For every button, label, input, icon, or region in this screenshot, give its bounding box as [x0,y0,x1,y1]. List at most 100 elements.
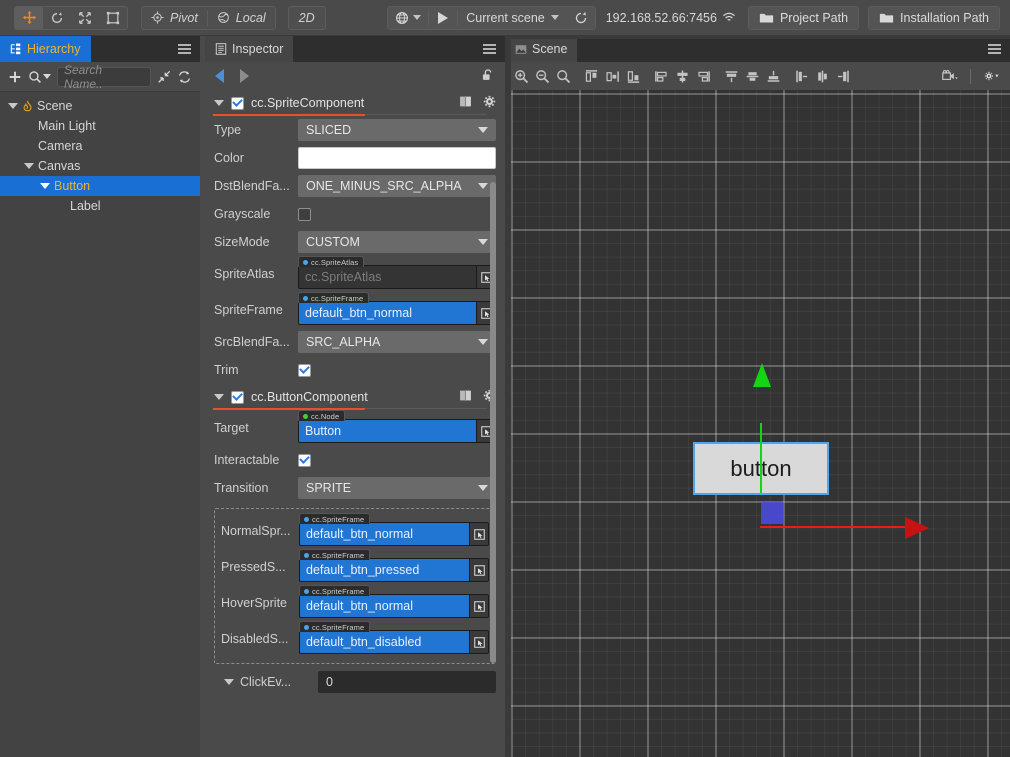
plus-icon[interactable] [8,70,22,84]
asset-value[interactable]: default_btn_disabled [299,630,470,654]
color-swatch[interactable] [298,147,496,169]
zoom-in-icon[interactable] [511,65,531,87]
zoom-fit-icon[interactable] [553,65,573,87]
dropdown-dstblendfa[interactable]: ONE_MINUS_SRC_ALPHA [298,175,496,197]
installation-path-button[interactable]: Installation Path [868,5,1000,30]
distribute-center-icon[interactable] [812,65,832,87]
pivot-toggle[interactable]: Pivot [142,7,207,29]
scene-viewport[interactable]: button [505,90,1010,757]
click-events-count-input[interactable]: 0 [318,671,496,693]
book-icon[interactable] [459,389,473,405]
gizmo-x-axis[interactable] [760,526,912,528]
asset-control[interactable]: cc.SpriteFrame default_btn_normal [299,513,489,546]
gizmo-center-handle[interactable] [761,502,783,524]
scene-settings-button[interactable] [978,65,1004,87]
asset-value[interactable]: default_btn_normal [299,522,470,546]
unlock-icon[interactable] [481,68,495,85]
hierarchy-node-camera[interactable]: Camera [0,136,200,156]
dimension-group[interactable]: 2D [287,5,326,30]
asset-value[interactable]: default_btn_normal [298,301,477,325]
triangle-down-icon[interactable] [214,100,224,106]
hamburger-icon[interactable] [178,44,191,54]
camera-button[interactable] [937,65,963,87]
scale-tool-button[interactable] [71,7,99,29]
asset-control[interactable]: cc.SpriteFrame default_btn_disabled [299,621,489,654]
rect-tool-button[interactable] [99,7,127,29]
coord-toggle[interactable]: Local [208,7,275,29]
book-icon[interactable] [459,95,473,111]
hamburger-icon[interactable] [988,44,1001,54]
gizmo-y-axis[interactable] [760,423,762,493]
zoom-out-icon[interactable] [532,65,552,87]
asset-value[interactable]: Button [298,419,477,443]
hierarchy-node-scene[interactable]: Scene [0,96,200,116]
component-header[interactable]: cc.ButtonComponent [205,384,505,410]
asset-control[interactable]: cc.Node Button [298,410,496,443]
align-top-icon[interactable] [581,65,601,87]
checkbox-interactable[interactable] [298,453,311,467]
distribute-right-icon[interactable] [833,65,853,87]
asset-control[interactable]: cc.SpriteFrame default_btn_normal [299,585,489,618]
asset-value[interactable]: cc.SpriteAtlas [298,265,477,289]
triangle-down-icon[interactable] [224,679,234,685]
distribute-top-icon[interactable] [721,65,741,87]
triangle-down-icon[interactable] [40,183,50,189]
collapse-icon[interactable] [157,70,171,84]
distribute-bottom-icon[interactable] [763,65,783,87]
asset-value[interactable]: default_btn_pressed [299,558,470,582]
component-enable-checkbox[interactable] [231,390,244,404]
asset-control[interactable]: cc.SpriteAtlas cc.SpriteAtlas [298,256,496,289]
project-path-button[interactable]: Project Path [747,5,860,30]
refresh-button[interactable] [567,7,595,29]
inspector-scrollbar[interactable] [490,182,496,663]
arrow-left-icon[interactable] [215,69,224,83]
asset-picker-icon[interactable] [470,522,489,546]
distribute-middle-icon[interactable] [742,65,762,87]
search-input[interactable]: Search Name.. [57,63,151,91]
asset-value[interactable]: default_btn_normal [299,594,470,618]
component-enable-checkbox[interactable] [231,96,244,110]
align-center-v-icon[interactable] [672,65,692,87]
align-middle-h-icon[interactable] [602,65,622,87]
gear-icon[interactable] [483,95,496,111]
hamburger-icon[interactable] [483,44,496,54]
move-tool-button[interactable] [15,6,43,29]
asset-control[interactable]: cc.SpriteFrame default_btn_normal [298,292,496,325]
pivot-coord-group[interactable]: Pivot Local [141,5,276,30]
asset-picker-icon[interactable] [470,594,489,618]
hierarchy-node-canvas[interactable]: Canvas [0,156,200,176]
dimension-toggle[interactable]: 2D [289,7,325,29]
component-header[interactable]: cc.SpriteComponent [205,90,505,116]
dropdown-type[interactable]: SLICED [298,119,496,141]
gizmo-x-arrow-icon[interactable] [905,517,929,539]
align-left-icon[interactable] [651,65,671,87]
dropdown-sizemode[interactable]: CUSTOM [298,231,496,253]
tab-hierarchy[interactable]: Hierarchy [0,36,91,62]
align-bottom-icon[interactable] [623,65,643,87]
distribute-left-icon[interactable] [791,65,811,87]
arrow-right-icon[interactable] [240,69,249,83]
asset-control[interactable]: cc.SpriteFrame default_btn_pressed [299,549,489,582]
preview-device-button[interactable] [388,7,428,29]
triangle-down-icon[interactable] [24,163,34,169]
triangle-down-icon[interactable] [214,394,224,400]
hierarchy-node-label[interactable]: Label [0,196,200,216]
tab-scene[interactable]: Scene [505,36,578,62]
transform-tool-group[interactable] [14,5,128,30]
hierarchy-node-main-light[interactable]: Main Light [0,116,200,136]
gizmo-y-arrow-icon[interactable] [753,363,771,387]
play-button[interactable] [429,7,457,29]
scene-selector[interactable]: Current scene [458,7,567,29]
tab-inspector[interactable]: Inspector [205,36,294,62]
asset-picker-icon[interactable] [470,630,489,654]
rotate-tool-button[interactable] [43,7,71,29]
sync-icon[interactable] [177,70,192,84]
dropdown-srcblendfa[interactable]: SRC_ALPHA [298,331,496,353]
preview-group[interactable]: Current scene [387,5,596,30]
hierarchy-node-button[interactable]: Button [0,176,200,196]
checkbox-trim[interactable] [298,363,311,377]
checkbox-grayscale[interactable] [298,207,311,221]
dropdown-transition[interactable]: SPRITE [298,477,496,499]
asset-picker-icon[interactable] [470,558,489,582]
search-dropdown-button[interactable] [28,70,51,84]
